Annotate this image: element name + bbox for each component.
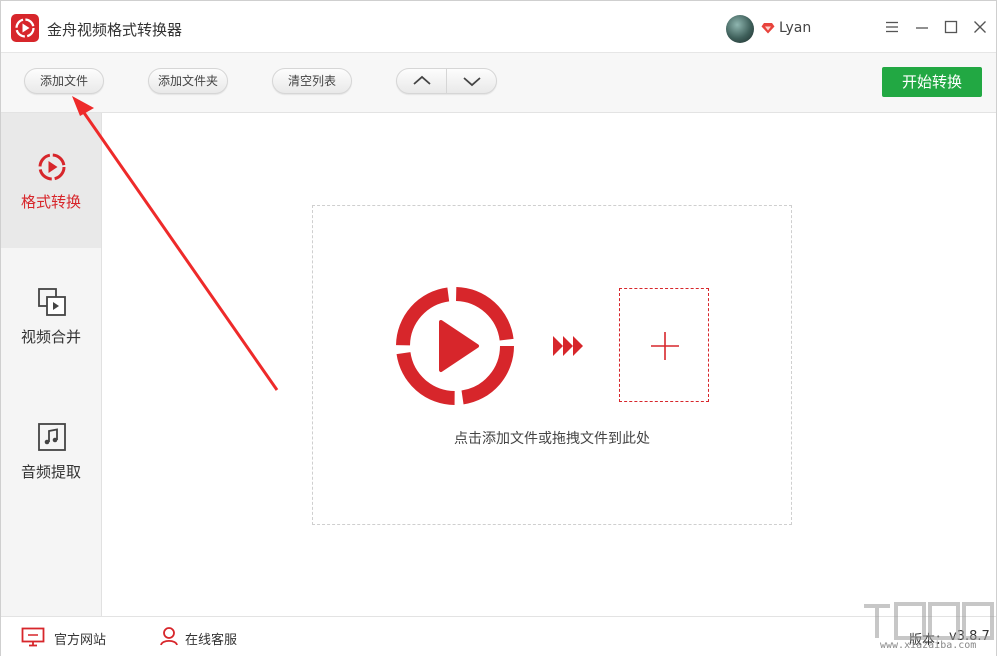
music-note-icon [38, 423, 66, 451]
watermark-text: www.xiazaiba.com [880, 640, 977, 651]
sidebar-item-label: 格式转换 [20, 193, 81, 211]
status-bar: 官方网站 在线客服 版本： v3.8.7 [1, 616, 996, 656]
sidebar-item-label: 视频合并 [20, 328, 81, 346]
plus-icon [651, 332, 679, 360]
toolbar: 添加文件 添加文件夹 清空列表 开始转换 [1, 53, 996, 113]
title-bar: 金舟视频格式转换器 Lyan [1, 1, 996, 53]
file-drop-zone[interactable]: 点击添加文件或拖拽文件到此处 [312, 205, 792, 525]
maximize-icon[interactable] [942, 18, 960, 36]
move-buttons [396, 68, 497, 94]
drop-hint-text: 点击添加文件或拖拽文件到此处 [454, 431, 650, 447]
clear-list-button[interactable]: 清空列表 [272, 68, 352, 94]
official-website-link[interactable]: 官方网站 [54, 629, 106, 648]
add-folder-button[interactable]: 添加文件夹 [148, 68, 228, 94]
sidebar: 格式转换 视频合并 音频提取 [1, 113, 102, 616]
app-logo-icon [11, 14, 39, 42]
video-convert-logo-icon [396, 287, 514, 405]
sidebar-item-label: 音频提取 [20, 463, 81, 481]
close-icon[interactable] [971, 18, 989, 36]
app-window: 金舟视频格式转换器 Lyan 添加文件 添加文件夹 清空列表 开始转换 格式转换… [0, 0, 997, 656]
menu-icon[interactable] [883, 18, 901, 36]
convert-icon [38, 153, 66, 181]
add-file-box[interactable] [619, 288, 709, 402]
online-service-link[interactable]: 在线客服 [185, 629, 237, 648]
app-title: 金舟视频格式转换器 [47, 21, 183, 39]
sidebar-item-audio-extract[interactable]: 音频提取 [1, 383, 101, 518]
sidebar-item-video-merge[interactable]: 视频合并 [1, 248, 101, 383]
username[interactable]: Lyan [779, 20, 811, 36]
chevron-up-icon [413, 75, 431, 85]
monitor-icon [21, 627, 45, 647]
vip-diamond-icon [761, 23, 775, 34]
minimize-icon[interactable] [913, 18, 931, 36]
user-service-icon [160, 627, 178, 646]
start-convert-button[interactable]: 开始转换 [882, 67, 982, 97]
add-file-button[interactable]: 添加文件 [24, 68, 104, 94]
merge-icon [38, 288, 66, 316]
move-up-button[interactable] [397, 69, 447, 93]
avatar[interactable] [726, 15, 754, 43]
triple-arrow-icon [553, 336, 583, 356]
chevron-down-icon [463, 77, 481, 87]
move-down-button[interactable] [447, 69, 497, 93]
sidebar-item-format-convert[interactable]: 格式转换 [1, 113, 101, 248]
